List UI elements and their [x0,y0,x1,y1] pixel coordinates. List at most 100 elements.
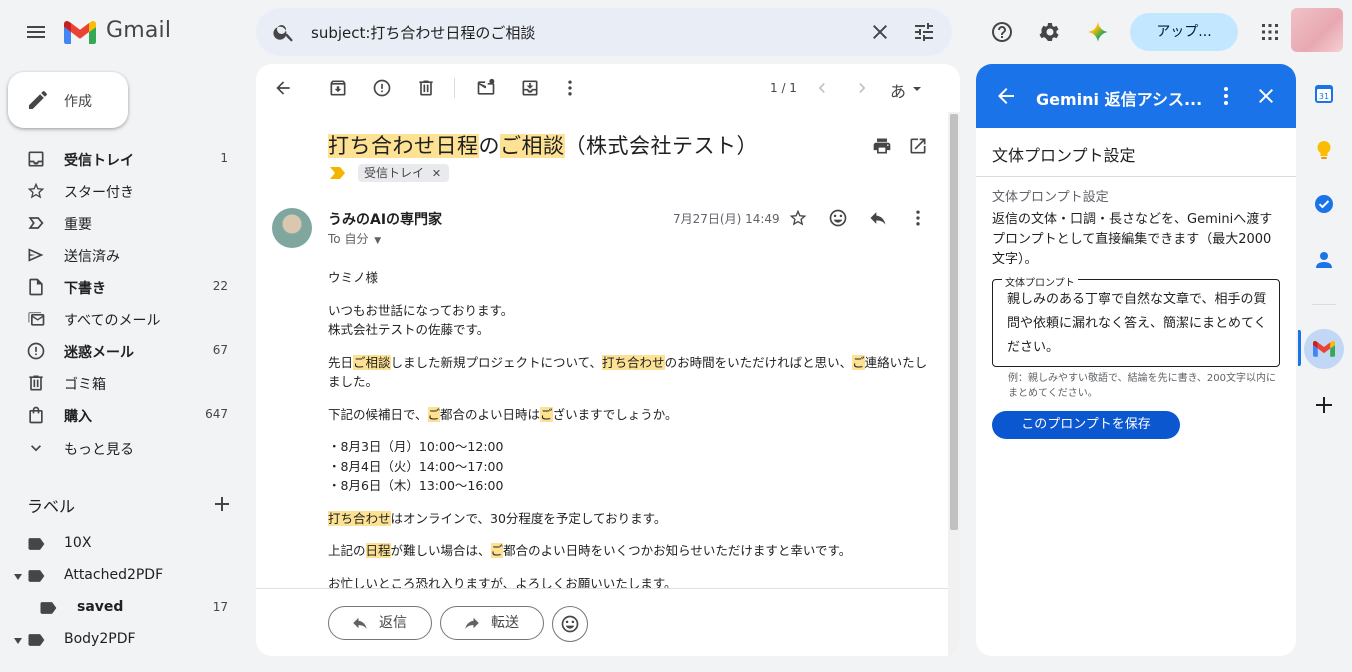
search-bar[interactable]: subject:打ち合わせ日程のご相談 [256,8,952,56]
clear-search-icon[interactable] [868,20,892,44]
label-item-10x[interactable]: 10X [0,528,244,560]
body-highlight: 打ち合わせ [328,510,391,526]
expand-arrow-icon[interactable] [13,572,23,582]
support-button[interactable] [990,20,1014,44]
label-item-attached2pdf[interactable]: Attached2PDF [0,560,244,592]
upgrade-button[interactable]: アップ... [1130,13,1238,51]
label-item-saved[interactable]: saved 17 [0,592,244,624]
keep-app-button[interactable] [1310,136,1338,164]
expand-arrow-icon[interactable] [13,636,23,646]
gemini-button[interactable] [1086,20,1110,44]
save-prompt-button[interactable]: このプロンプトを保存 [992,411,1180,439]
reply-icon[interactable] [868,208,888,228]
input-tools-button[interactable]: あ [890,78,906,102]
sidebar-item-starred[interactable]: スター付き [0,175,244,207]
main-menu-button[interactable] [24,20,48,44]
create-label-button[interactable] [210,492,234,516]
star-icon[interactable] [788,208,808,228]
gemini-addon-button[interactable] [1304,329,1344,369]
more-vert-icon[interactable] [908,208,928,228]
remove-label-icon[interactable]: ✕ [432,167,441,180]
body-text: が難しい場合は、 [390,543,491,558]
mark-unread-icon[interactable] [476,78,496,98]
contacts-app-button[interactable] [1310,246,1338,274]
emoji-react-button[interactable] [552,606,588,642]
sidebar-item-label: スター付き [64,185,134,201]
search-icon[interactable] [272,20,296,44]
calendar-icon: 31 [1315,85,1333,103]
compose-button[interactable]: 作成 [8,72,128,128]
settings-button[interactable] [1038,20,1062,44]
sidebar-item-all-mail[interactable]: すべてのメール [0,303,244,335]
back-arrow-icon[interactable] [994,84,1018,108]
label-icon [28,634,45,646]
sender-avatar[interactable] [272,208,312,248]
sidebar-item-inbox[interactable]: 受信トレイ 1 [0,143,244,175]
field-hint: 例：親しみやすい敬語で、結論を先に書き、200文字以内にまとめてください。 [1008,373,1276,399]
dropdown-arrow-icon[interactable] [912,84,922,94]
style-prompt-input[interactable]: 親しみのある丁寧で自然な文章で、相手の質問や依頼に漏れなく答え、簡潔にまとめてく… [1007,288,1273,360]
reply-button[interactable]: 返信 [328,606,432,640]
draft-icon [29,278,43,296]
print-icon[interactable] [872,136,892,156]
email-body: ウミノ様 いつもお世話になっております。 株式会社テストの佐藤です。 先日ご相談し… [328,268,928,606]
tasks-app-button[interactable] [1310,190,1338,218]
sidebar-item-more[interactable]: もっと見る [0,432,244,464]
chevron-left-icon[interactable] [812,78,832,98]
move-to-icon[interactable] [520,78,540,98]
divider [976,176,1296,177]
sidebar-item-count: 1 [220,151,228,165]
emoji-reaction-icon[interactable] [828,208,848,228]
sidebar-item-drafts[interactable]: 下書き 22 [0,271,244,303]
get-addons-button[interactable] [1310,391,1338,419]
body-text: のお時間をいただければと思い、 [664,354,853,370]
subject-highlight: 打ち合わせ日程 [328,134,479,158]
email-subject: 打ち合わせ日程のご相談（株式会社テスト） [328,130,758,160]
label-item-body2pdf[interactable]: Body2PDF [0,624,244,656]
apps-button[interactable] [1258,20,1282,44]
sidebar-item-purchases[interactable]: 購入 647 [0,399,244,431]
close-icon[interactable] [1254,84,1278,108]
slot-item: ・8月4日（火）14:00〜17:00 [328,458,504,474]
input-method-label: あ [890,82,907,101]
report-spam-icon[interactable] [372,78,392,98]
archive-icon[interactable] [328,78,348,98]
label-icon [40,602,57,614]
search-input[interactable]: subject:打ち合わせ日程のご相談 [311,22,535,43]
sidebar-item-trash[interactable]: ゴミ箱 [0,367,244,399]
send-icon [28,248,44,262]
sender-name[interactable]: うみのAIの専門家 [328,209,442,229]
label-item-text: 10X [64,535,92,551]
all-mail-icon [28,312,45,326]
chevron-right-icon[interactable] [852,78,872,98]
recipient-line[interactable]: To 自分 ▼ [328,230,381,247]
calendar-app-button[interactable]: 31 [1310,80,1338,108]
details-dropdown-icon[interactable]: ▼ [374,236,381,246]
body-text: 株式会社テストの佐藤です。 [328,322,490,337]
sidebar-item-label: 重要 [64,217,92,233]
account-avatar[interactable] [1291,8,1343,52]
body-text: 都合のよい日時をいくつかお知らせいただけますと幸いです。 [503,543,852,558]
gemini-panel: Gemini 返信アシス... 文体プロンプト設定 文体プロンプト設定 返信の文… [976,64,1296,656]
scrollbar-thumb[interactable] [950,114,958,530]
back-arrow-icon[interactable] [273,78,293,98]
sidebar-item-spam[interactable]: 迷惑メール 67 [0,335,244,367]
more-vert-icon[interactable] [560,78,580,98]
more-vert-icon[interactable] [1214,84,1238,108]
sidebar-item-label: 送信済み [64,249,120,265]
gmail-logo[interactable] [64,20,96,44]
sidebar-item-sent[interactable]: 送信済み [0,239,244,271]
emoji-icon [561,615,579,633]
message-view: 1 / 1 あ 打ち合わせ日程のご相談（株式会社テスト） 受信トレイ ✕ うみの… [256,64,960,656]
forward-button[interactable]: 転送 [440,606,544,640]
search-options-icon[interactable] [912,20,936,44]
sidebar-item-important[interactable]: 重要 [0,207,244,239]
plus-icon [215,497,229,511]
importance-marker-icon[interactable] [330,167,346,179]
delete-icon[interactable] [416,78,436,98]
body-paragraph: 先日ご相談しました新規プロジェクトについて、打ち合わせのお時間をいただければと思… [328,353,928,392]
body-highlight: 打ち合わせ [602,354,665,370]
open-in-new-icon[interactable] [908,136,928,156]
body-paragraph: いつもお世話になっております。 株式会社テストの佐藤です。 [328,301,928,340]
slot-item: ・8月6日（木）13:00〜16:00 [328,478,504,493]
